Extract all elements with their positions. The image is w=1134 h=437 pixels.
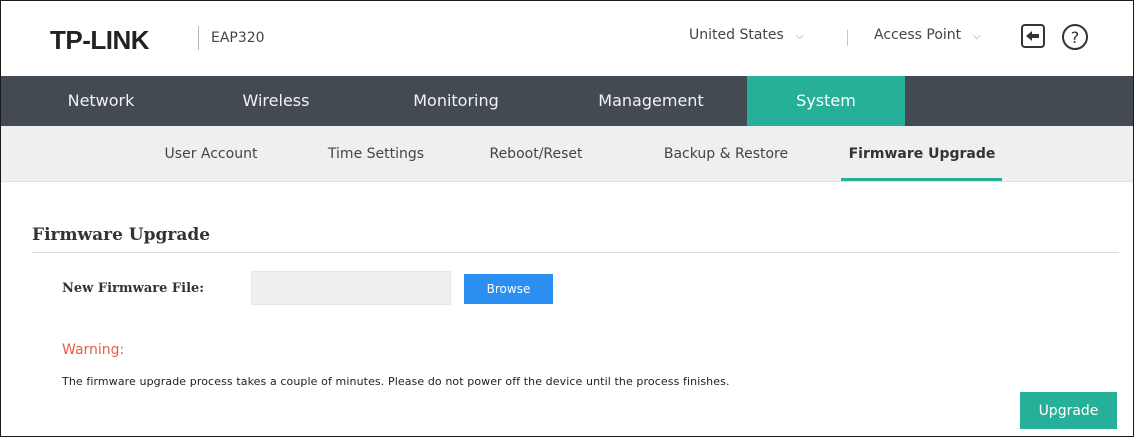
region-value: United States <box>689 27 784 43</box>
warning-text: The firmware upgrade process takes a cou… <box>62 375 730 388</box>
mode-select[interactable]: Access Point ⌵ <box>874 27 981 49</box>
subtab-label: Reboot/Reset <box>489 146 583 162</box>
chevron-down-icon: ⌵ <box>973 31 981 42</box>
upgrade-button[interactable]: Upgrade <box>1020 392 1117 429</box>
tab-label: System <box>796 91 856 110</box>
help-icon: ? <box>1070 27 1080 47</box>
tab-network[interactable]: Network <box>31 76 171 126</box>
subtab-label: Time Settings <box>327 146 425 162</box>
main-nav: Network Wireless Monitoring Management S… <box>1 76 1133 126</box>
mode-value: Access Point <box>874 27 962 43</box>
firmware-file-input[interactable] <box>251 271 451 305</box>
tab-monitoring[interactable]: Monitoring <box>381 76 531 126</box>
header-divider <box>847 30 848 46</box>
subtab-time-settings[interactable]: Time Settings <box>306 126 446 182</box>
subtab-label: User Account <box>164 146 258 162</box>
help-button[interactable]: ? <box>1062 24 1088 50</box>
subtab-user-account[interactable]: User Account <box>141 126 281 182</box>
app-frame: TP-LINK EAP320 United States ⌵ Access Poi… <box>0 0 1134 437</box>
logo-divider <box>198 26 199 50</box>
subtab-backup-restore[interactable]: Backup & Restore <box>636 126 816 182</box>
tab-management[interactable]: Management <box>566 76 736 126</box>
warning-label: Warning: <box>62 342 125 358</box>
browse-button[interactable]: Browse <box>464 274 553 304</box>
active-subtab-indicator <box>841 178 1002 181</box>
section-title: Firmware Upgrade <box>32 225 211 245</box>
subtab-label: Backup & Restore <box>663 146 789 162</box>
tab-label: Wireless <box>242 91 310 110</box>
subtab-firmware-upgrade[interactable]: Firmware Upgrade <box>831 126 1013 182</box>
chevron-down-icon: ⌵ <box>795 31 804 42</box>
region-select[interactable]: United States ⌵ <box>689 27 803 49</box>
logout-icon <box>1026 31 1039 41</box>
tab-label: Monitoring <box>413 91 499 110</box>
tab-label: Network <box>67 91 135 110</box>
tab-wireless[interactable]: Wireless <box>206 76 346 126</box>
device-model: EAP320 <box>211 30 265 46</box>
logout-button[interactable] <box>1021 24 1045 48</box>
top-header: TP-LINK EAP320 United States ⌵ Access Poi… <box>1 1 1133 74</box>
subtab-label: Firmware Upgrade <box>848 146 996 162</box>
subtab-reboot-reset[interactable]: Reboot/Reset <box>466 126 606 182</box>
firmware-file-label: New Firmware File: <box>62 281 205 296</box>
brand-logo: TP-LINK <box>50 25 150 55</box>
tab-system[interactable]: System <box>747 76 905 126</box>
section-divider <box>32 252 1119 253</box>
tab-label: Management <box>598 91 704 110</box>
sub-nav: User Account Time Settings Reboot/Reset … <box>1 126 1133 182</box>
